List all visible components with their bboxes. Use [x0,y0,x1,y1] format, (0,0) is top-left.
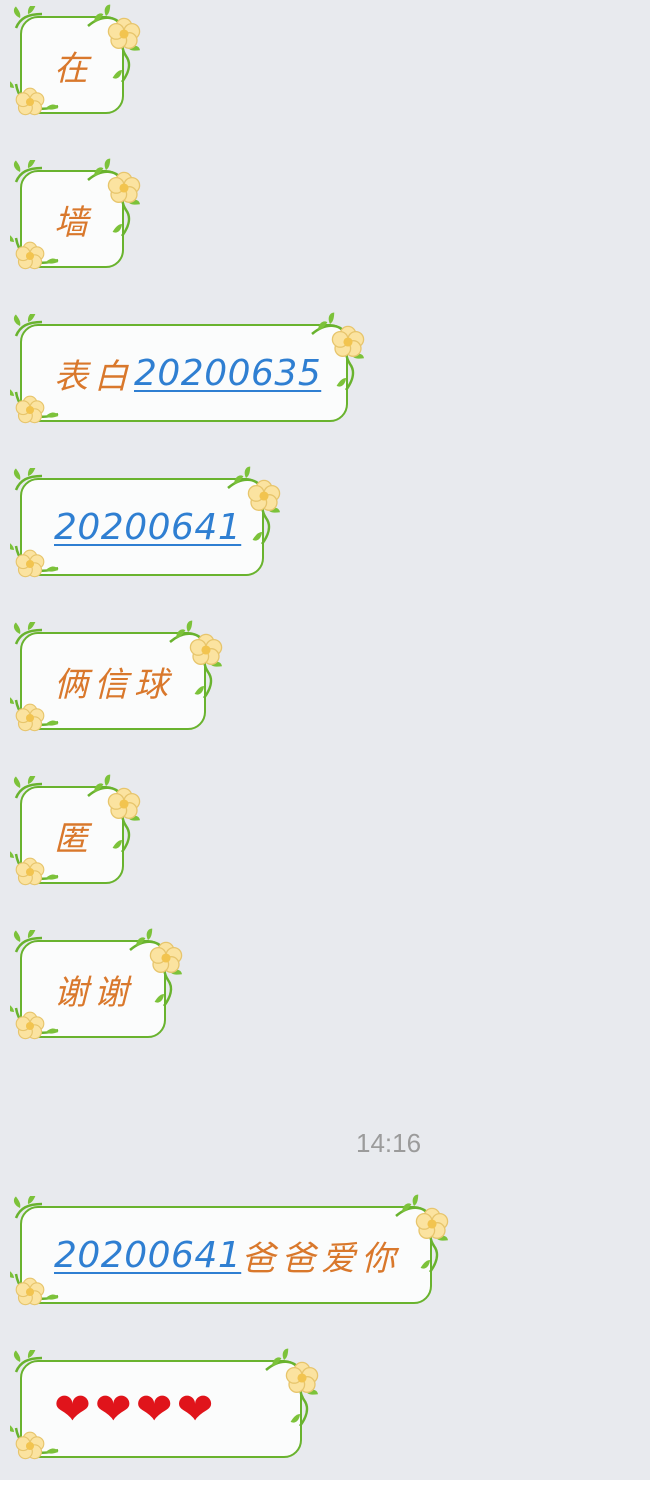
flower-vine-icon [10,1002,60,1046]
message-text: 表白 [54,356,134,397]
flower-vine-icon [10,232,60,276]
message-bubble[interactable]: 表白 20200635 [20,324,348,422]
flower-vine-icon [10,78,60,122]
message-bubble[interactable]: ❤❤❤❤ [20,1360,302,1458]
message-text: 匿 [54,818,94,859]
message-timestamp: 14:16 [356,1128,422,1158]
message-bubble[interactable]: 墙 [20,170,124,268]
message-bubble[interactable]: 匿 [20,786,124,884]
flower-vine-icon [10,694,60,738]
flower-vine-icon [10,540,60,584]
message-text: 墙 [54,202,94,243]
leaf-vine-icon [12,930,46,956]
leaf-vine-icon [12,1350,46,1376]
leaf-vine-icon [12,160,46,186]
number-link[interactable]: 20200641 [54,1235,241,1276]
flower-vine-icon [10,1268,60,1312]
message-bubble[interactable]: 20200641 [20,478,264,576]
leaf-vine-icon [12,776,46,802]
heart-emoji-icon: ❤❤❤❤ [54,1383,218,1435]
flower-vine-icon [10,1422,60,1466]
message-text: 谢谢 [54,972,134,1013]
flower-vine-icon [10,386,60,430]
number-link[interactable]: 20200641 [54,507,241,548]
number-link[interactable]: 20200635 [134,353,321,394]
message-bubble[interactable]: 俩信球 [20,632,206,730]
leaf-vine-icon [12,1196,46,1222]
flower-vine-icon [10,848,60,892]
chat-area[interactable]: 在 墙 表白 20200635 20200641 俩信球 匿 谢谢 14:16 … [0,0,650,1480]
leaf-vine-icon [12,622,46,648]
message-bubble[interactable]: 在 [20,16,124,114]
flower-vine-icon [260,1348,322,1432]
leaf-vine-icon [12,6,46,32]
message-text: 俩信球 [54,664,174,705]
message-text: 爸爸爱你 [241,1238,402,1279]
message-bubble[interactable]: 20200641 爸爸爱你 [20,1206,432,1304]
leaf-vine-icon [12,468,46,494]
message-bubble[interactable]: 谢谢 [20,940,166,1038]
bottom-bar [0,1480,650,1490]
message-text: 在 [54,48,94,89]
leaf-vine-icon [12,314,46,340]
